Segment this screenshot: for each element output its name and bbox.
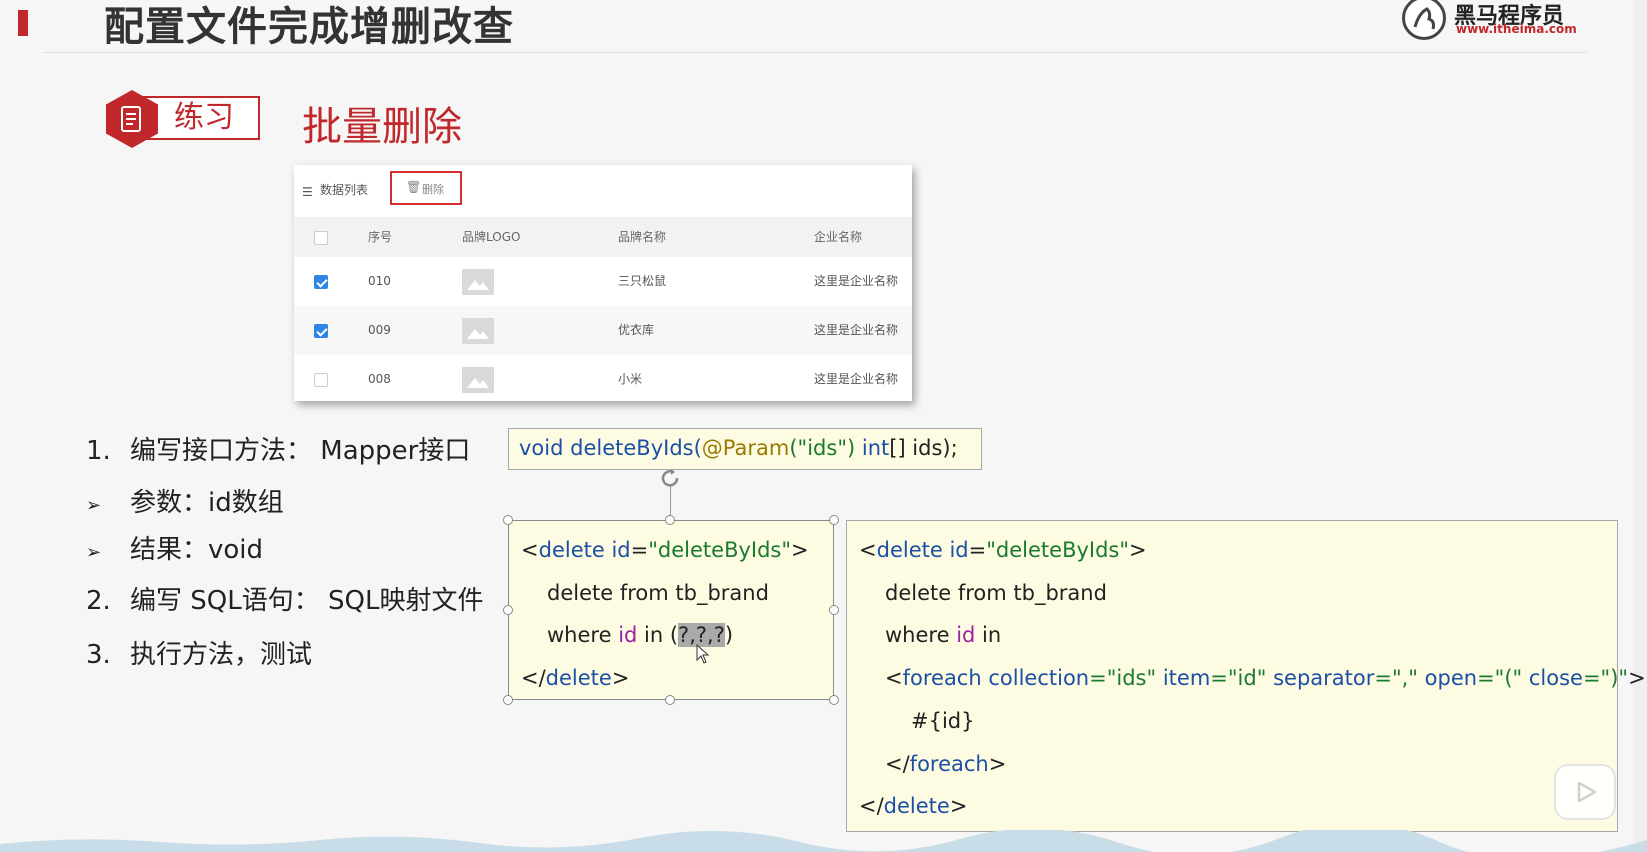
company-name: 这里是企业名称 xyxy=(814,323,899,337)
table-row: 008 小米 这里是企业名称 xyxy=(294,355,912,404)
column-header: 序号 xyxy=(368,230,393,244)
scrollbar[interactable] xyxy=(1633,0,1647,852)
resize-handle[interactable] xyxy=(503,695,513,705)
row-number: 009 xyxy=(368,323,391,337)
step-item: ➢ 参数：id数组 xyxy=(86,482,284,519)
slide-title: 配置文件完成增删改查 xyxy=(104,4,514,50)
step-marker: 2. xyxy=(86,586,111,616)
column-header: 品牌LOGO xyxy=(462,230,521,244)
brand-name: 三只松鼠 xyxy=(618,274,667,288)
column-header: 品牌名称 xyxy=(618,230,667,244)
delete-button-label: 删除 xyxy=(422,183,444,196)
step-item: 1. 编写接口方法： Mapper接口 xyxy=(86,430,470,467)
document-icon xyxy=(121,106,141,132)
table-title: 数据列表 xyxy=(320,183,369,197)
sql-simple-box[interactable]: <delete id="deleteByIds"> delete from tb… xyxy=(508,520,834,700)
step-text: 编写 SQL语句： SQL映射文件 xyxy=(130,586,484,616)
image-placeholder-icon xyxy=(462,306,494,355)
mouse-cursor-icon xyxy=(696,644,710,664)
step-text: 执行方法，测试 xyxy=(130,640,313,670)
code-line: <delete id="deleteByIds"> xyxy=(859,538,1147,562)
code-line: </delete> xyxy=(859,794,968,818)
code-line: </delete> xyxy=(521,666,630,690)
step-text: 参数：id数组 xyxy=(130,488,284,518)
practice-tag: 练习 xyxy=(106,90,266,148)
brand-name: 小米 xyxy=(618,372,643,386)
company-name: 这里是企业名称 xyxy=(814,274,899,288)
bullet-arrow-icon: ➢ xyxy=(86,542,102,563)
rotate-handle-icon[interactable] xyxy=(658,466,682,490)
accent-bar xyxy=(18,10,28,36)
table-header: 序号 品牌LOGO 品牌名称 企业名称 xyxy=(294,217,912,257)
step-item: 3. 执行方法，测试 xyxy=(86,634,312,671)
resize-handle[interactable] xyxy=(829,605,839,615)
resize-handle[interactable] xyxy=(503,515,513,525)
row-number: 008 xyxy=(368,372,391,386)
resize-handle[interactable] xyxy=(665,515,675,525)
select-all-checkbox[interactable] xyxy=(314,217,328,257)
column-header: 企业名称 xyxy=(814,230,863,244)
step-item: ➢ 结果：void xyxy=(86,529,263,566)
row-number: 010 xyxy=(368,274,391,288)
play-icon xyxy=(1577,781,1597,803)
method-signature-box[interactable]: void deleteByIds(@Param("ids") int[] ids… xyxy=(508,428,982,470)
step-text: 编写接口方法： Mapper接口 xyxy=(130,436,471,466)
row-checkbox[interactable] xyxy=(314,306,328,355)
list-icon: ☰ xyxy=(302,185,313,199)
code-line: </foreach> xyxy=(885,752,1007,776)
code-line: delete from tb_brand xyxy=(885,581,1107,605)
title-divider xyxy=(42,52,1587,53)
table-row: 010 三只松鼠 这里是企业名称 xyxy=(294,257,912,306)
code-line: #{id} xyxy=(911,709,975,733)
resize-handle[interactable] xyxy=(829,695,839,705)
sql-foreach-box[interactable]: <delete id="deleteByIds"> delete from tb… xyxy=(846,520,1646,832)
table-row: 009 优衣库 这里是企业名称 xyxy=(294,306,912,355)
brand-logo: 黑马程序员 www.itheima.com xyxy=(1402,0,1592,42)
resize-handle[interactable] xyxy=(829,515,839,525)
step-text: 结果：void xyxy=(130,535,264,565)
delete-button[interactable]: 🗑 删除 xyxy=(390,171,462,205)
practice-label: 练习 xyxy=(174,100,234,135)
step-item: 2. 编写 SQL语句： SQL映射文件 xyxy=(86,580,483,617)
image-placeholder-icon xyxy=(462,257,494,306)
step-marker: 1. xyxy=(86,436,111,466)
resize-handle[interactable] xyxy=(503,605,513,615)
video-play-button[interactable] xyxy=(1554,764,1616,820)
code-line: delete from tb_brand xyxy=(547,581,769,605)
code-line: where id in xyxy=(885,623,1002,647)
code-line: void deleteByIds(@Param("ids") int[] ids… xyxy=(519,436,958,460)
row-checkbox[interactable] xyxy=(314,355,328,404)
step-marker: 3. xyxy=(86,640,111,670)
brand-name: 优衣库 xyxy=(618,323,655,337)
slide-subtitle: 批量删除 xyxy=(302,104,462,150)
code-line: <delete id="deleteByIds"> xyxy=(521,538,809,562)
trash-icon: 🗑 xyxy=(406,180,422,194)
data-table-screenshot: ☰ 数据列表 🗑 删除 序号 品牌LOGO 品牌名称 企业名称 010 三只松鼠… xyxy=(294,165,912,401)
bullet-arrow-icon: ➢ xyxy=(86,495,102,516)
row-checkbox[interactable] xyxy=(314,257,328,306)
logo-emblem-icon xyxy=(1402,0,1446,40)
decorative-wave xyxy=(0,830,1647,852)
table-toolbar: ☰ 数据列表 🗑 删除 xyxy=(294,165,912,217)
code-line: <foreach collection="ids" item="id" sepa… xyxy=(885,666,1646,690)
company-name: 这里是企业名称 xyxy=(814,372,899,386)
logo-url: www.itheima.com xyxy=(1456,22,1577,36)
image-placeholder-icon xyxy=(462,355,494,404)
resize-handle[interactable] xyxy=(665,695,675,705)
